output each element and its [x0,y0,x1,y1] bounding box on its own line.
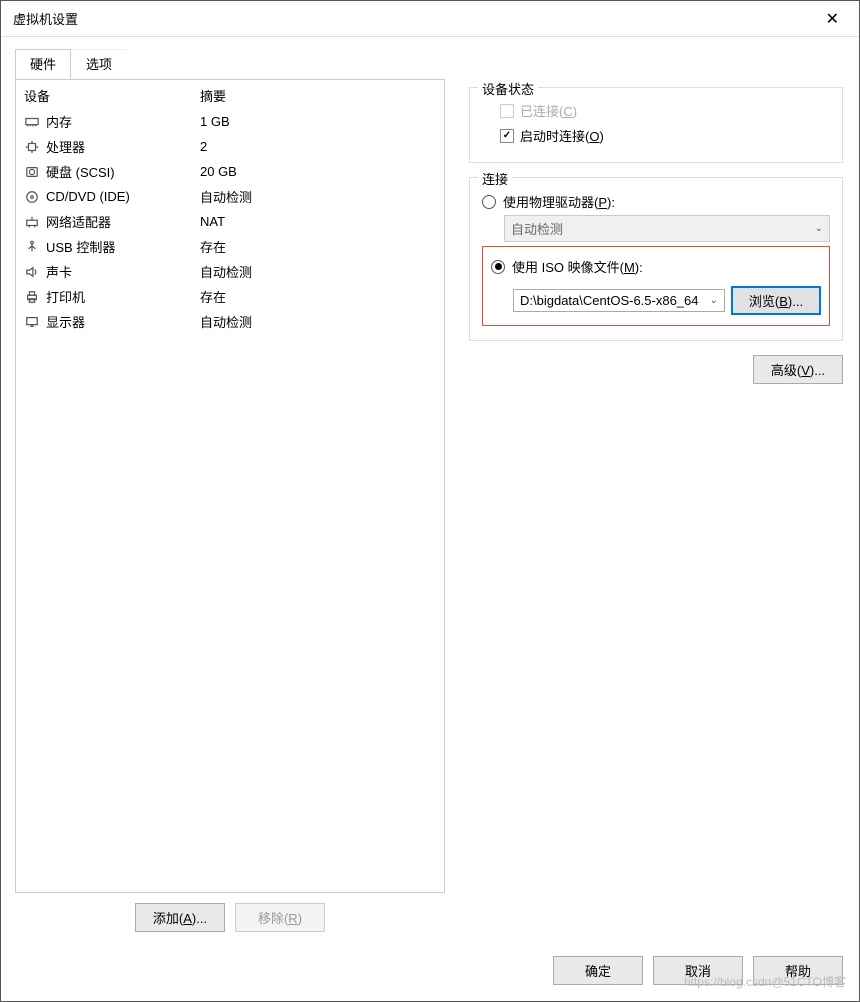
iso-file-radio[interactable] [491,260,505,274]
iso-path-dropdown[interactable]: D:\bigdata\CentOS-6.5-x86_64 ⌄ [513,289,725,312]
device-row[interactable]: 硬盘 (SCSI) 20 GB [16,159,444,184]
column-header-device: 设备 [24,86,200,105]
memory-icon [24,114,40,130]
cancel-button[interactable]: 取消 [653,956,743,985]
device-row[interactable]: 声卡 自动检测 [16,259,444,284]
remove-button: 移除(R) [235,903,325,932]
tab-hardware[interactable]: 硬件 [15,49,71,79]
usb-icon [24,239,40,255]
window-title: 虚拟机设置 [13,9,78,28]
tab-options[interactable]: 选项 [71,49,127,79]
device-name: 内存 [46,112,72,131]
device-summary: NAT [200,214,225,229]
close-icon[interactable]: ✕ [818,5,847,33]
device-summary: 自动检测 [200,187,252,206]
connect-at-power-label: 启动时连接(O) [520,126,604,145]
connection-group: 连接 使用物理驱动器(P): 自动检测 ⌄ 使用 ISO 映像文件(M): [469,177,843,341]
device-summary: 20 GB [200,164,237,179]
device-name: 处理器 [46,137,85,156]
device-name: 声卡 [46,262,72,281]
device-row[interactable]: 内存 1 GB [16,109,444,134]
connect-at-power-checkbox[interactable] [500,129,514,143]
device-summary: 自动检测 [200,262,252,281]
device-row[interactable]: USB 控制器 存在 [16,234,444,259]
physical-drive-label: 使用物理驱动器(P): [503,192,615,211]
device-row[interactable]: 显示器 自动检测 [16,309,444,334]
help-button[interactable]: 帮助 [753,956,843,985]
sound-icon [24,264,40,280]
connected-label: 已连接(C) [520,101,577,120]
device-row[interactable]: 处理器 2 [16,134,444,159]
device-list: 设备 摘要 内存 1 GB 处理器 2 硬盘 (SCSI) 20 GB CD/DVD (ID… [15,79,445,893]
device-status-title: 设备状态 [478,79,538,98]
connection-title: 连接 [478,169,512,188]
device-summary: 存在 [200,287,226,306]
device-name: USB 控制器 [46,237,115,256]
device-name: 硬盘 (SCSI) [46,162,115,181]
cpu-icon [24,139,40,155]
device-name: 打印机 [46,287,85,306]
hdd-icon [24,164,40,180]
physical-drive-dropdown: 自动检测 ⌄ [504,215,830,242]
iso-file-label: 使用 ISO 映像文件(M): [512,257,643,276]
ok-button[interactable]: 确定 [553,956,643,985]
column-header-summary: 摘要 [200,86,226,105]
display-icon [24,314,40,330]
device-summary: 1 GB [200,114,230,129]
physical-drive-radio[interactable] [482,195,496,209]
advanced-button[interactable]: 高级(V)... [753,355,843,384]
chevron-down-icon: ⌄ [815,223,823,234]
device-summary: 2 [200,139,207,154]
device-summary: 存在 [200,237,226,256]
add-button[interactable]: 添加(A)... [135,903,225,932]
chevron-down-icon[interactable]: ⌄ [710,295,718,306]
device-summary: 自动检测 [200,312,252,331]
device-name: 网络适配器 [46,212,111,231]
device-name: CD/DVD (IDE) [46,189,130,204]
printer-icon [24,289,40,305]
browse-button[interactable]: 浏览(B)... [731,286,821,315]
cd-icon [24,189,40,205]
connected-checkbox [500,104,514,118]
device-row[interactable]: 打印机 存在 [16,284,444,309]
device-status-group: 设备状态 已连接(C) 启动时连接(O) [469,87,843,163]
device-name: 显示器 [46,312,85,331]
net-icon [24,214,40,230]
device-row[interactable]: CD/DVD (IDE) 自动检测 [16,184,444,209]
device-row[interactable]: 网络适配器 NAT [16,209,444,234]
